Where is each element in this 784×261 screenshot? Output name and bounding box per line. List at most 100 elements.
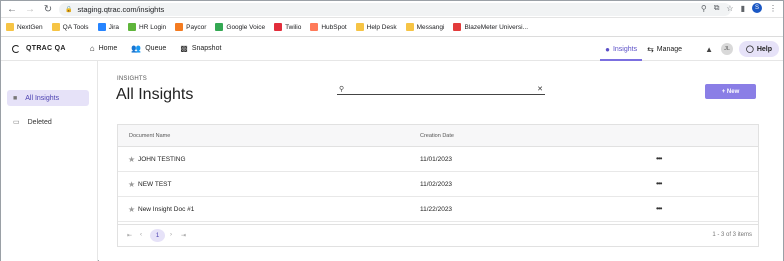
- column-creation-date[interactable]: Creation Date: [420, 133, 454, 139]
- bookmark-icon: [97, 23, 106, 31]
- bookmark-star-icon[interactable]: ☆: [726, 4, 733, 13]
- nav-manage[interactable]: ⇆ Manage: [642, 37, 687, 61]
- bookmark-icon: [274, 23, 283, 31]
- nav-insights-label: Insights: [612, 45, 638, 53]
- home-icon: ⌂: [89, 44, 95, 53]
- nav-home-label: Home: [98, 45, 118, 52]
- search-icon: ⚲: [339, 85, 345, 93]
- nav-insights[interactable]: ● Insights: [600, 37, 643, 61]
- nav-queue-label: Queue: [145, 45, 167, 52]
- table-row[interactable]: ★ NEW TEST 11/02/2023 •••: [118, 173, 758, 197]
- help-button[interactable]: ◯ Help: [739, 41, 779, 57]
- nav-snapshot-label: Snapshot: [191, 45, 222, 52]
- url-text: staging.qtrac.com/insights: [77, 5, 165, 14]
- row-name[interactable]: JOHN TESTING: [138, 156, 186, 163]
- first-page-icon[interactable]: ⇤: [127, 232, 132, 239]
- page-title: All Insights: [116, 86, 194, 103]
- star-icon[interactable]: ★: [128, 155, 135, 164]
- bookmark-label: Twilio: [285, 23, 302, 31]
- row-name[interactable]: New Insight Doc #1: [138, 206, 194, 213]
- zoom-icon[interactable]: ⚲: [701, 4, 707, 13]
- sidebar: ■ All Insights ▭ Deleted: [1, 61, 98, 261]
- bookmark-icon: [405, 23, 414, 31]
- nav-home[interactable]: ⌂ Home: [90, 44, 118, 53]
- search-bar: ⚲ ✕: [337, 83, 545, 95]
- bookmark-item[interactable]: HubSpot: [310, 23, 347, 31]
- table-header: Document Name Creation Date: [118, 125, 758, 147]
- reload-icon[interactable]: ↻: [41, 2, 55, 16]
- main-content: INSIGHTS All Insights ⚲ ✕ + New Document…: [99, 62, 783, 261]
- address-bar[interactable]: 🔒 staging.qtrac.com/insights: [59, 3, 731, 16]
- bell-icon[interactable]: ▲: [705, 45, 713, 54]
- bookmark-label: Messangi: [416, 23, 445, 31]
- column-document-name[interactable]: Document Name: [129, 133, 170, 139]
- chat-icon: ◯: [745, 46, 754, 53]
- row-date: 11/22/2023: [420, 206, 453, 213]
- sidebar-item-all-insights[interactable]: ■ All Insights: [7, 90, 89, 106]
- side-panel-icon[interactable]: ▮: [741, 4, 745, 13]
- browser-menu-icon[interactable]: ⋮: [769, 4, 777, 13]
- logo-text: QTRAC QA: [26, 45, 66, 52]
- clear-icon[interactable]: ✕: [537, 85, 543, 93]
- bookmark-label: HR Login: [139, 23, 167, 31]
- next-page-icon[interactable]: ›: [170, 232, 172, 238]
- nav-manage-label: Manage: [656, 45, 683, 53]
- more-options-icon[interactable]: •••: [656, 179, 662, 188]
- nav-queue[interactable]: 👥 Queue: [131, 44, 166, 53]
- browser-toolbar: ← → ↻ 🔒 staging.qtrac.com/insights ⚲ ⧉ ☆…: [1, 1, 783, 18]
- bookmark-item[interactable]: Help Desk: [355, 23, 397, 31]
- help-label: Help: [756, 45, 772, 53]
- bookmarks-bar: NextGen QA Tools Jira HR Login Paycor Google …: [1, 18, 783, 37]
- breadcrumb: INSIGHTS: [117, 76, 147, 82]
- more-options-icon[interactable]: •••: [656, 154, 662, 163]
- bookmark-label: NextGen: [17, 23, 43, 31]
- user-avatar[interactable]: JL: [721, 43, 733, 55]
- bookmark-item[interactable]: Messangi: [405, 23, 445, 31]
- bookmark-label: BlazeMeter Universi...: [464, 23, 529, 31]
- folder-icon: ■: [13, 94, 18, 102]
- star-icon[interactable]: ★: [128, 180, 135, 189]
- bookmark-item[interactable]: BlazeMeter Universi...: [453, 23, 528, 31]
- bar-chart-icon: ▩: [180, 44, 188, 53]
- current-page[interactable]: 1: [150, 229, 165, 242]
- bookmark-icon: [215, 23, 224, 31]
- bookmark-icon: [6, 23, 14, 31]
- table-row[interactable]: ★ New Insight Doc #1 11/22/2023 •••: [118, 198, 758, 222]
- bookmark-item[interactable]: QA Tools: [51, 23, 89, 31]
- profile-avatar[interactable]: S: [752, 3, 762, 13]
- forward-icon[interactable]: →: [23, 2, 37, 16]
- pagination-info: 1 - 3 of 3 items: [712, 232, 752, 238]
- share-icon[interactable]: ⧉: [714, 3, 720, 13]
- bookmark-label: Google Voice: [226, 23, 266, 31]
- lock-icon: 🔒: [65, 7, 73, 13]
- back-icon[interactable]: ←: [5, 2, 19, 16]
- trash-icon: ▭: [13, 119, 20, 126]
- bookmark-item[interactable]: Google Voice: [215, 23, 265, 31]
- bookmark-item[interactable]: Jira: [97, 23, 120, 31]
- last-page-icon[interactable]: ⇥: [181, 232, 186, 239]
- app-logo[interactable]: QTRAC QA: [12, 44, 66, 53]
- bookmark-label: Paycor: [186, 23, 207, 31]
- nav-snapshot[interactable]: ▩ Snapshot: [180, 44, 221, 53]
- prev-page-icon[interactable]: ‹: [140, 232, 142, 238]
- sidebar-item-label: All Insights: [25, 94, 60, 102]
- bookmark-icon: [453, 23, 462, 31]
- app-header: QTRAC QA ⌂ Home 👥 Queue ▩ Snapshot ● Ins…: [1, 37, 783, 61]
- row-name[interactable]: NEW TEST: [138, 181, 171, 188]
- row-date: 11/02/2023: [420, 181, 453, 188]
- bookmark-label: Jira: [108, 23, 120, 31]
- more-options-icon[interactable]: •••: [656, 204, 662, 213]
- lightbulb-icon: ●: [605, 44, 610, 54]
- star-icon[interactable]: ★: [128, 205, 135, 214]
- new-button[interactable]: + New: [705, 84, 756, 99]
- search-input[interactable]: [348, 83, 538, 94]
- sidebar-item-label: Deleted: [27, 118, 52, 126]
- table-row[interactable]: ★ JOHN TESTING 11/01/2023 •••: [118, 148, 758, 172]
- sidebar-item-deleted[interactable]: ▭ Deleted: [7, 114, 89, 130]
- bookmark-icon: [175, 23, 184, 31]
- bookmark-item[interactable]: Paycor: [175, 23, 206, 31]
- bookmark-item[interactable]: Twilio: [274, 23, 301, 31]
- bookmark-icon: [355, 23, 364, 31]
- bookmark-item[interactable]: NextGen: [6, 23, 43, 31]
- bookmark-item[interactable]: HR Login: [128, 23, 166, 31]
